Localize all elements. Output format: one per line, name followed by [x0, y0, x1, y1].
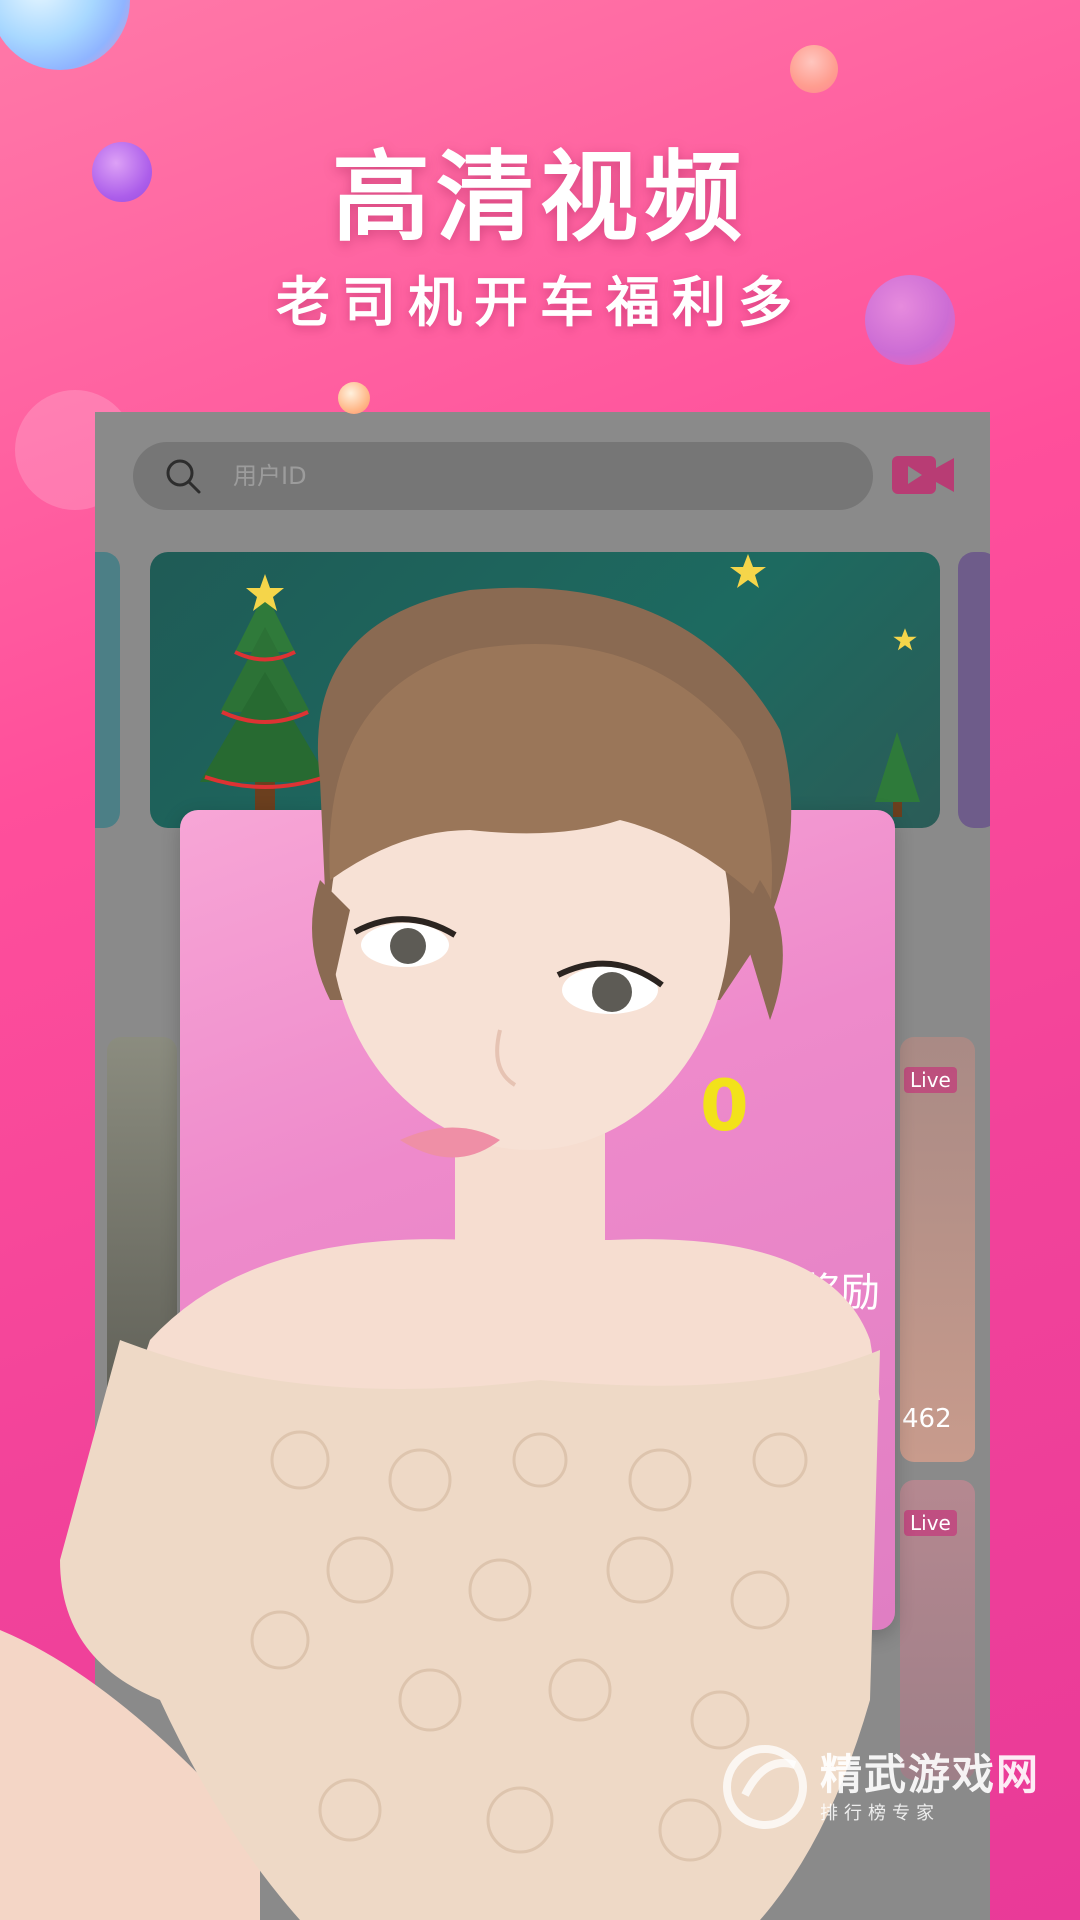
search-bar[interactable] [133, 442, 873, 510]
decor-bubble-peach [790, 45, 838, 93]
watermark-tagline: 排行榜专家 [820, 1803, 940, 1824]
promo-headline: 高清视频 [331, 141, 748, 255]
watermark-name: 精武游戏网 [820, 1750, 1041, 1799]
video-camera-icon[interactable] [890, 450, 956, 500]
search-input[interactable] [233, 456, 733, 496]
logo-icon [723, 1745, 807, 1829]
model-photo [0, 587, 880, 1920]
site-watermark: 精武游戏网 排行榜专家 [715, 1735, 1055, 1845]
decor-bubble-orange [338, 382, 370, 414]
promo-subline: 老司机开车福利多 [276, 271, 804, 334]
search-icon [166, 459, 201, 494]
decor-bubble-blue [0, 0, 130, 70]
